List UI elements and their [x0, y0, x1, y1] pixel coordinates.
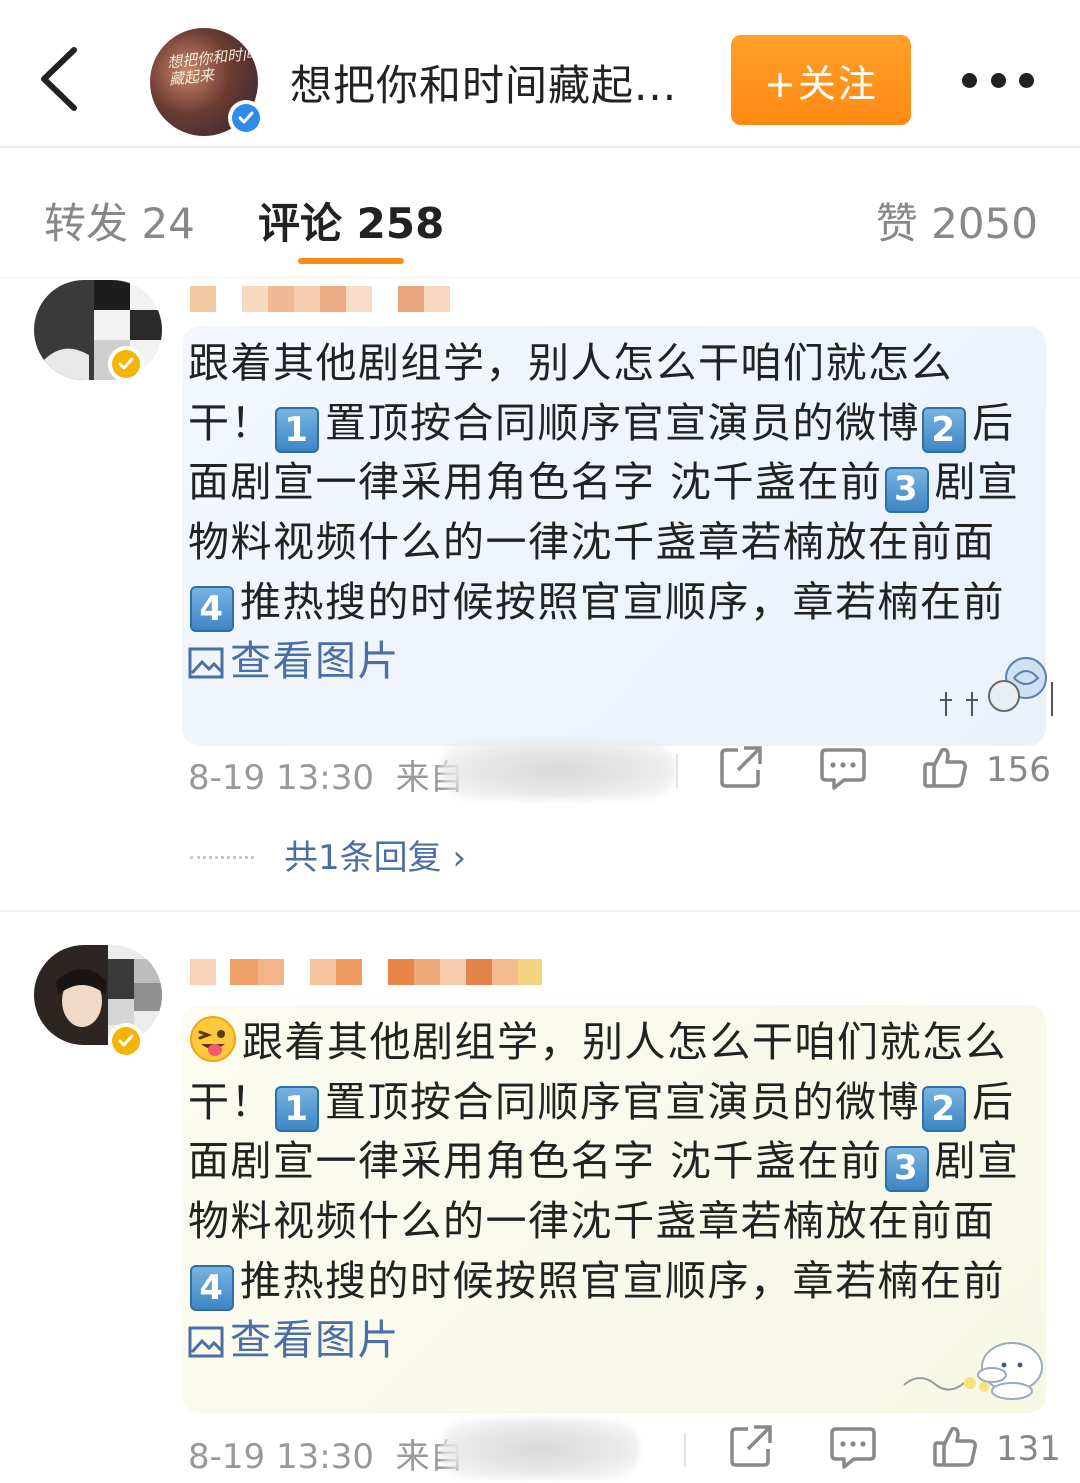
commenter-avatar[interactable]	[34, 945, 162, 1045]
back-arrow-icon[interactable]	[36, 44, 86, 114]
active-tab-indicator	[298, 258, 404, 264]
account-name[interactable]: 想把你和时间藏起...	[290, 52, 677, 113]
share-icon[interactable]	[718, 744, 764, 790]
tab-repost[interactable]: 转发 24	[44, 190, 195, 251]
source-blurred	[440, 740, 676, 800]
comment-meta: 8-19 13:30 来自 156	[188, 740, 1051, 800]
reply-dots	[190, 856, 254, 859]
keycap-two-icon: 2	[922, 1086, 966, 1133]
comment-icon[interactable]	[830, 1423, 876, 1469]
more-options-icon[interactable]	[962, 66, 1034, 94]
like-count: 131	[996, 1429, 1061, 1469]
tab-likes[interactable]: 赞 2050	[876, 190, 1038, 251]
keycap-four-icon: 4	[190, 586, 234, 633]
verified-gold-icon	[108, 1023, 144, 1059]
top-bar: 想把你和时间藏起来 想把你和时间藏起... +关注	[0, 0, 1080, 148]
like-thumb-icon[interactable]	[932, 1423, 978, 1469]
comment-time: 8-19 13:30 来自	[188, 1437, 464, 1477]
keycap-one-icon: 1	[275, 1086, 319, 1133]
keycap-three-icon: 3	[884, 1146, 929, 1192]
picture-icon	[188, 647, 224, 679]
rose-sticker-icon	[940, 657, 1053, 716]
like-thumb-icon[interactable]	[922, 744, 968, 790]
view-replies-link[interactable]: 共1条回复 ›	[190, 830, 466, 879]
post-tabs: 转发 24 评论 258 赞 2050	[0, 150, 1080, 278]
view-picture-link[interactable]: 查看图片	[188, 1316, 400, 1364]
keycap-two-icon: 2	[922, 407, 966, 454]
meta-divider	[676, 754, 678, 788]
winking-tongue-emoji-icon	[190, 1016, 236, 1062]
comment-divider	[0, 910, 1080, 912]
share-icon[interactable]	[728, 1423, 774, 1469]
source-blurred	[440, 1419, 640, 1479]
follow-button[interactable]: +关注	[731, 35, 911, 125]
cinnamoroll-sticker-icon	[903, 1342, 1043, 1400]
username-mosaic[interactable]	[190, 286, 450, 312]
picture-icon	[188, 1326, 224, 1358]
meta-divider	[684, 1433, 686, 1467]
comment-icon[interactable]	[820, 744, 866, 790]
comment-item: 跟着其他剧组学，别人怎么干咱们就怎么干！ 1 置顶按合同顺序官宣演员的微博 2 后面剧宣…	[0, 945, 1080, 1483]
username-mosaic[interactable]	[190, 959, 542, 985]
comment-text: 跟着其他剧组学，别人怎么干咱们就怎么干！ 1 置顶按合同顺序官宣演员的微博 2 后面剧宣…	[188, 1013, 1028, 1371]
comment-item: 跟着其他剧组学，别人怎么干咱们就怎么干！ 1 置顶按合同顺序官宣演员的微博 2 后面剧宣…	[0, 278, 1080, 898]
comment-time: 8-19 13:30 来自	[188, 758, 464, 798]
verified-blue-icon	[228, 100, 264, 136]
keycap-four-icon: 4	[190, 1265, 234, 1312]
view-picture-link[interactable]: 查看图片	[188, 637, 400, 685]
like-count: 156	[986, 750, 1051, 790]
comment-text: 跟着其他剧组学，别人怎么干咱们就怎么干！ 1 置顶按合同顺序官宣演员的微博 2 后面剧宣…	[188, 339, 1020, 686]
keycap-three-icon: 3	[884, 467, 929, 513]
verified-gold-icon	[108, 346, 144, 382]
tab-comments[interactable]: 评论 258	[258, 190, 444, 251]
keycap-one-icon: 1	[275, 407, 319, 454]
avatar-calligraphy: 想把你和时间藏起来	[166, 44, 258, 89]
comment-meta: 8-19 13:30 来自 131	[188, 1419, 1061, 1479]
